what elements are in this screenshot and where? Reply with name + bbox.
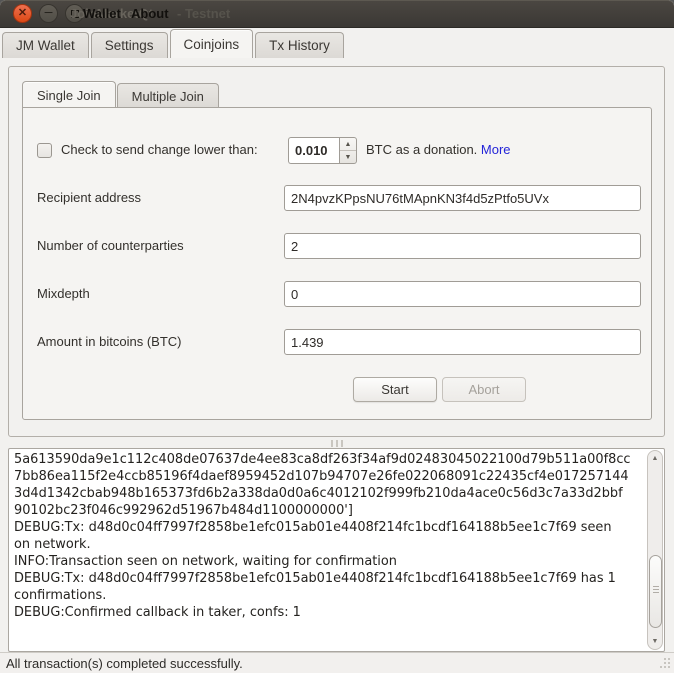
mixdepth-input[interactable] (284, 281, 641, 307)
start-button[interactable]: Start (353, 377, 437, 402)
donation-row: Check to send change lower than: ▲ ▼ BTC… (23, 137, 651, 164)
single-join-panel: Check to send change lower than: ▲ ▼ BTC… (22, 107, 652, 420)
window-title-suffix: - Testnet (177, 6, 230, 21)
donation-suffix-text: BTC as a donation. (366, 142, 481, 157)
tab-tx-history[interactable]: Tx History (255, 32, 344, 58)
amount-label: Amount in bitcoins (BTC) (37, 334, 182, 349)
abort-button: Abort (442, 377, 526, 402)
tab-multiple-join[interactable]: Multiple Join (117, 83, 219, 108)
status-bar: All transaction(s) completed successfull… (0, 652, 674, 673)
scrollbar-grip-icon (653, 589, 659, 590)
log-text[interactable]: 5a613590da9e1c112c408de07637de4ee83ca8df… (9, 449, 647, 651)
form-row: Amount in bitcoins (BTC) (23, 329, 651, 355)
tab-single-join[interactable]: Single Join (22, 81, 116, 108)
form-row: Mixdepth (23, 281, 651, 307)
log-scrollbar[interactable]: ▲ ▼ (647, 450, 663, 650)
form-row: Number of counterparties (23, 233, 651, 259)
mixdepth-label: Mixdepth (37, 286, 90, 301)
titlebar: ✕ ─ JoinMarketQt Wallet About - Testnet (0, 0, 674, 28)
scroll-down-icon[interactable]: ▼ (648, 635, 662, 648)
donation-amount-input[interactable] (288, 137, 339, 164)
app-window: ✕ ─ JoinMarketQt Wallet About - Testnet … (0, 0, 674, 673)
recipient-address-input[interactable] (284, 185, 641, 211)
tab-coinjoins[interactable]: Coinjoins (170, 29, 254, 58)
close-icon: ✕ (18, 8, 27, 19)
scroll-up-icon[interactable]: ▲ (648, 452, 662, 465)
log-area: 5a613590da9e1c112c408de07637de4ee83ca8df… (8, 448, 665, 652)
recipient-address-label: Recipient address (37, 190, 141, 205)
amount-input[interactable] (284, 329, 641, 355)
menu-wallet[interactable]: Wallet (83, 6, 121, 21)
spin-down-icon[interactable]: ▼ (340, 151, 356, 163)
tab-settings[interactable]: Settings (91, 32, 168, 58)
more-link[interactable]: More (481, 142, 511, 157)
menu-about[interactable]: About (131, 6, 169, 21)
splitter-handle[interactable] (8, 438, 665, 448)
spinner-buttons: ▲ ▼ (339, 137, 357, 164)
counterparties-label: Number of counterparties (37, 238, 184, 253)
minimize-icon: ─ (45, 8, 53, 19)
close-button[interactable]: ✕ (13, 4, 32, 23)
minimize-button[interactable]: ─ (39, 4, 58, 23)
join-tab-bar: Single Join Multiple Join (22, 81, 220, 108)
resize-grip-icon[interactable] (664, 658, 666, 660)
status-message: All transaction(s) completed successfull… (6, 656, 243, 671)
tab-jm-wallet[interactable]: JM Wallet (2, 32, 89, 58)
donation-amount-spinbox: ▲ ▼ (288, 137, 357, 164)
donation-checkbox[interactable] (37, 143, 52, 158)
scrollbar-thumb[interactable] (649, 555, 662, 628)
form-row: Recipient address (23, 185, 651, 211)
spin-up-icon[interactable]: ▲ (340, 138, 356, 151)
donation-checkbox-label: Check to send change lower than: (61, 142, 258, 157)
counterparties-input[interactable] (284, 233, 641, 259)
main-tab-bar: JM Wallet Settings Coinjoins Tx History (2, 29, 672, 58)
donation-suffix-label: BTC as a donation. More (366, 142, 511, 157)
